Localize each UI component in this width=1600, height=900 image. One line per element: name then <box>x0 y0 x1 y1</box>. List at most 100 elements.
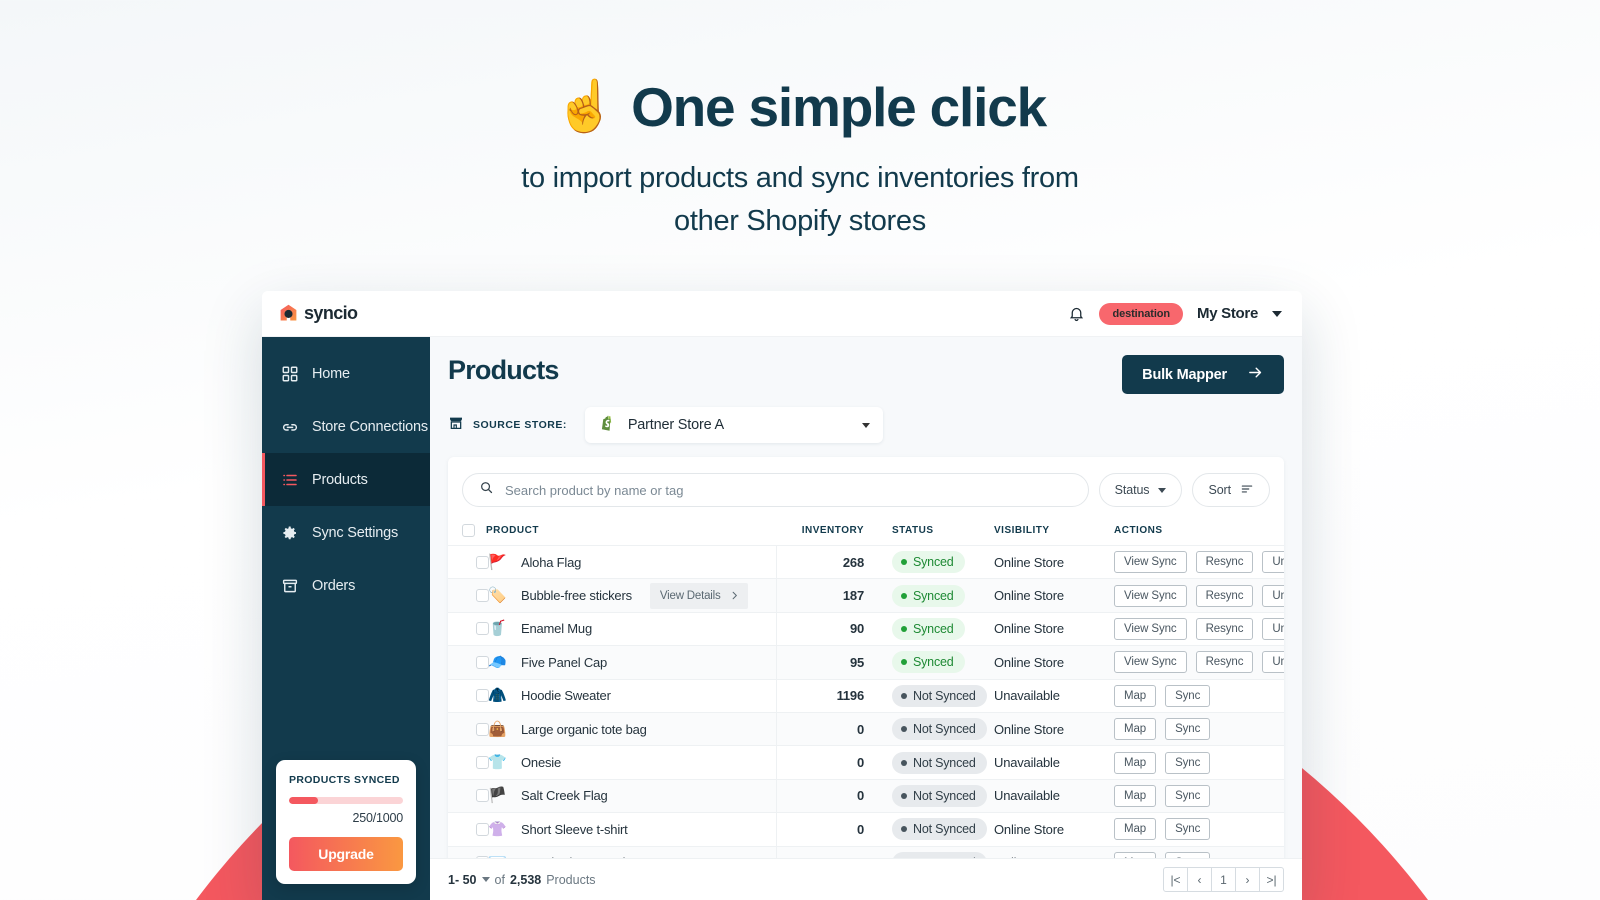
sort-button[interactable]: Sort <box>1192 473 1270 507</box>
syncio-logo[interactable]: syncio <box>278 303 358 324</box>
inventory-cell: 90 <box>776 612 876 645</box>
status-filter-button[interactable]: Status <box>1098 473 1183 507</box>
select-all-checkbox[interactable] <box>462 524 475 537</box>
products-table-scroll[interactable]: PRODUCT INVENTORY STATUS VISIBILITY ACTI… <box>448 518 1284 900</box>
product-cell: 🧢 Five Panel Cap <box>486 645 777 680</box>
source-store-select[interactable]: Partner Store A <box>584 407 883 443</box>
chevron-down-icon[interactable] <box>481 877 490 882</box>
table-row[interactable]: 👚 Short Sleeve t-shirt 0 Not Synced Online S… <box>448 812 1284 847</box>
action-view-sync-button[interactable]: View Sync <box>1114 584 1187 607</box>
action-unsync-button[interactable]: Unsync <box>1262 651 1284 674</box>
pagination-last-page-button[interactable]: >| <box>1259 867 1284 892</box>
pagination-first-page-button[interactable]: |< <box>1163 867 1188 892</box>
product-thumbnail: 🏴 <box>488 787 507 805</box>
action-view-sync-button[interactable]: View Sync <box>1114 617 1187 640</box>
table-row[interactable]: 🧥 Hoodie Sweater 1196 Not Synced Unavailable… <box>448 679 1284 713</box>
pagination-of-text: of <box>494 872 505 887</box>
pagination-next-page-button[interactable]: › <box>1235 867 1260 892</box>
status-badge: Synced <box>892 617 965 640</box>
hero-subtitle-line-1: to import products and sync inventories … <box>521 162 1079 195</box>
action-sync-button[interactable]: Sync <box>1165 751 1211 774</box>
sidebar-item-sync-settings[interactable]: Sync Settings <box>262 506 430 559</box>
row-select-cell <box>448 646 489 679</box>
row-select-cell <box>448 746 489 779</box>
column-header-product[interactable]: PRODUCT <box>486 518 776 546</box>
table-row[interactable]: 🏴 Salt Creek Flag 0 Not Synced Unavailable Ma… <box>448 779 1284 813</box>
table-row[interactable]: 👕 Onesie 0 Not Synced Unavailable Map Sync <box>448 745 1284 780</box>
view-details-button[interactable]: View Details <box>649 582 748 609</box>
action-map-button[interactable]: Map <box>1114 751 1157 774</box>
pagination-prev-page-button[interactable]: ‹ <box>1187 867 1212 892</box>
products-synced-progress-bar <box>289 797 403 804</box>
action-resync-button[interactable]: Resync <box>1195 651 1254 674</box>
products-table-head: PRODUCT INVENTORY STATUS VISIBILITY ACTI… <box>448 518 1284 546</box>
app-body: Home Store Connections Products Sync Set… <box>262 337 1302 900</box>
table-row[interactable]: 🥤 Enamel Mug 90 Synced Online Store View Sync… <box>448 612 1284 646</box>
action-unsync-button[interactable]: Unsync <box>1262 551 1284 574</box>
pagination-controls: |< ‹ 1 › >| <box>1163 867 1284 892</box>
sidebar-item-label: Orders <box>312 577 356 594</box>
bulk-mapper-button[interactable]: Bulk Mapper <box>1122 355 1284 394</box>
action-sync-button[interactable]: Sync <box>1165 784 1211 807</box>
table-header-row: PRODUCT INVENTORY STATUS VISIBILITY ACTI… <box>448 518 1284 546</box>
table-row[interactable]: 👜 Large organic tote bag 0 Not Synced Online… <box>448 712 1284 746</box>
action-view-sync-button[interactable]: View Sync <box>1114 651 1187 674</box>
column-header-visibility[interactable]: VISIBILITY <box>994 518 1114 546</box>
sidebar-item-home[interactable]: Home <box>262 347 430 400</box>
inventory-cell: 0 <box>776 712 876 745</box>
headline-text: One simple click <box>631 76 1047 138</box>
status-dot-icon <box>901 726 907 733</box>
bulk-mapper-label: Bulk Mapper <box>1142 366 1227 383</box>
pagination-range[interactable]: 1- 50 <box>448 873 477 887</box>
status-badge: Synced <box>892 584 965 607</box>
table-row[interactable]: 🏷️ Bubble-free stickers View Details 187 Syn… <box>448 578 1284 613</box>
topbar-right-group: destination My Store <box>1068 302 1282 325</box>
visibility-cell: Unavailable <box>994 688 1060 704</box>
action-unsync-button[interactable]: Unsync <box>1262 584 1284 607</box>
action-map-button[interactable]: Map <box>1114 818 1157 841</box>
app-topbar: syncio destination My Store <box>262 291 1302 337</box>
column-header-status[interactable]: STATUS <box>876 518 994 546</box>
sidebar-item-orders[interactable]: Orders <box>262 559 430 612</box>
sidebar-item-store-connections[interactable]: Store Connections <box>262 400 430 453</box>
upgrade-button[interactable]: Upgrade <box>289 837 403 871</box>
table-row[interactable]: 🚩 Aloha Flag 268 Synced Online Store View Syn… <box>448 545 1284 579</box>
search-box[interactable] <box>462 473 1089 507</box>
sidebar-item-products[interactable]: Products <box>262 453 430 506</box>
action-resync-button[interactable]: Resync <box>1195 617 1254 640</box>
actions-cell: View Sync Resync Unsync <box>1114 612 1284 645</box>
action-sync-button[interactable]: Sync <box>1165 684 1211 707</box>
action-resync-button[interactable]: Resync <box>1195 584 1254 607</box>
chevron-down-icon[interactable] <box>1272 310 1282 317</box>
inventory-cell: 1196 <box>776 679 876 712</box>
visibility-cell: Online Store <box>994 554 1064 570</box>
bell-icon[interactable] <box>1068 304 1085 323</box>
main-content: Products Bulk Mapper SOURCE STORE: Partn… <box>430 337 1302 900</box>
product-cell: 🏷️ Bubble-free stickers View Details <box>486 578 777 613</box>
product-thumbnail: 🥤 <box>488 620 507 638</box>
action-sync-button[interactable]: Sync <box>1165 818 1211 841</box>
action-resync-button[interactable]: Resync <box>1195 551 1254 574</box>
search-input[interactable] <box>505 482 1072 498</box>
inventory-value: 0 <box>856 755 864 771</box>
action-view-sync-button[interactable]: View Sync <box>1114 551 1187 574</box>
action-map-button[interactable]: Map <box>1114 784 1157 807</box>
action-map-button[interactable]: Map <box>1114 684 1157 707</box>
row-select-cell <box>448 546 489 579</box>
actions-cell: Map Sync <box>1114 712 1284 745</box>
action-map-button[interactable]: Map <box>1114 718 1157 741</box>
action-sync-button[interactable]: Sync <box>1165 718 1211 741</box>
column-header-inventory[interactable]: INVENTORY <box>776 518 876 546</box>
action-unsync-button[interactable]: Unsync <box>1262 617 1284 640</box>
status-cell: Not Synced <box>876 813 994 846</box>
status-badge: Not Synced <box>892 818 987 841</box>
row-select-cell <box>448 679 489 712</box>
status-cell: Synced <box>876 646 994 679</box>
row-select-cell <box>448 612 489 645</box>
sidebar-item-label: Sync Settings <box>312 524 399 541</box>
store-switcher-label[interactable]: My Store <box>1197 305 1258 322</box>
pagination-page-number-button[interactable]: 1 <box>1211 867 1236 892</box>
row-select-cell <box>448 579 489 612</box>
syncio-wordmark: syncio <box>304 303 358 323</box>
table-row[interactable]: 🧢 Five Panel Cap 95 Synced Online Store View … <box>448 645 1284 680</box>
